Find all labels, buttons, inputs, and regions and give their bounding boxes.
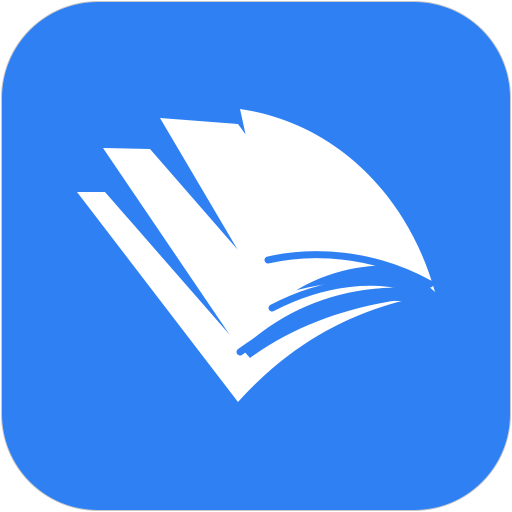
app-icon[interactable] [2,2,510,510]
book-pages-glyph [77,109,435,402]
canvas [0,0,512,512]
book-pages-icon [77,109,435,402]
